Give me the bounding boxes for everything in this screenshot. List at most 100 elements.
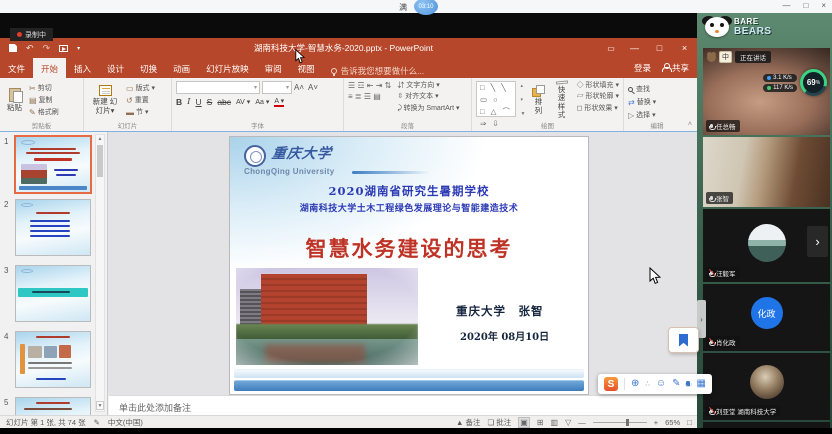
ppt-minimize-button[interactable]: — [622,38,647,58]
italic-button[interactable]: I [187,97,190,107]
notes-pane[interactable]: 单击此处添加备注 [109,395,697,415]
shape-effects-button[interactable]: ◻ 形状效果 ▾ [577,104,619,113]
tab-slideshow[interactable]: 幻灯片放映 [198,58,257,78]
slide-canvas[interactable]: 重庆大学 ChongQing University 2020湖南省研究生暑期学校… [230,137,588,394]
replace-button[interactable]: ⇄替换 ▾ [628,97,656,107]
undo-icon[interactable]: ↶ [26,43,34,54]
pencil-icon[interactable]: ✎ [672,379,680,389]
slide-thumbnail-3[interactable] [16,266,90,321]
ribbon-display-options-icon[interactable]: ▭ [600,44,622,53]
qat-customize-icon[interactable]: ▾ [77,45,80,52]
slide-thumbnail-5[interactable] [16,398,90,415]
reset-button[interactable]: ↺重置 [126,95,155,105]
underline-button[interactable]: U [196,97,202,107]
slide-sorter-icon[interactable]: ⊞ [537,418,544,427]
arrange-button[interactable]: 排列 [529,81,547,119]
mic-icon[interactable] [686,381,690,387]
save-icon[interactable] [9,44,17,52]
zoom-level[interactable]: 65% [665,418,680,427]
new-slide-icon [99,85,112,96]
select-button[interactable]: ▷选择 ▾ [628,110,656,120]
comments-toggle[interactable]: ❑ 批注 [487,417,511,428]
video-tile-2[interactable]: 张智 [703,137,830,207]
shape-gallery[interactable]: □ ╲ ╲ ▭ ○ □ △ ⌒ ⇒ ⇩ ◡ ~ ∿ { } [476,81,516,117]
video-tile-5[interactable]: 刘亚堂 湖南科技大学 [703,353,830,420]
tab-design[interactable]: 设计 [99,58,132,78]
share-button[interactable]: 共享 [662,62,689,74]
new-slide-button[interactable]: 新建 幻灯片▾ [88,81,122,119]
language-status[interactable]: 中文(中国) [108,417,143,428]
thumbnail-scrollbar[interactable]: ▲ ▼ [95,134,105,412]
grow-font-button[interactable]: A˄ [294,83,304,92]
laser-pointer-icon[interactable]: ⊕ [631,379,639,389]
copy-button[interactable]: ▤复制 [29,95,59,105]
notes-toggle[interactable]: ▲ 备注 [456,417,481,428]
shape-gallery-scroll[interactable]: ▴ ▾ ▼ [520,81,525,119]
normal-view-icon[interactable]: ▣ [518,417,530,428]
tab-insert[interactable]: 插入 [66,58,99,78]
ppt-maximize-button[interactable]: □ [647,38,672,58]
proofing-icon[interactable]: ✎ [94,418,100,427]
shape-outline-button[interactable]: ▱ 形状轮廓 ▾ [577,92,619,101]
scrollbar-thumb[interactable] [97,145,103,177]
ppt-close-button[interactable]: × [672,38,697,58]
minimize-button[interactable]: — [782,1,790,10]
format-painter-button[interactable]: ✎格式刷 [29,107,59,117]
char-spacing-button[interactable]: AV ▾ [236,98,250,106]
video-tile-1[interactable]: 中 正在讲话 3.1 K/s 117 K/s 69% 任总畅 [703,48,830,135]
video-tile-3[interactable]: › 汪毅军 [703,209,830,282]
font-size-select[interactable]: ▾ [262,81,292,94]
find-button[interactable]: 查找 [628,84,656,94]
section-button[interactable]: ▬节 ▾ [126,107,155,117]
tell-me-box[interactable]: 告诉我您想要做什么... [331,58,425,78]
zoom-slider[interactable] [593,422,647,423]
text-direction-button[interactable]: ⇵ 文字方向 ▾ [397,81,459,90]
more-dots-icon[interactable]: ∴ [645,380,649,388]
align-text-button[interactable]: ⇳ 对齐文本 ▾ [397,92,459,101]
collapse-ribbon-icon[interactable]: ˄ [688,121,692,128]
slideshow-view-icon[interactable]: ▽ [565,418,571,427]
font-name-select[interactable]: ▾ [176,81,260,94]
cut-button[interactable]: ✂剪切 [29,83,59,93]
close-button[interactable]: × [821,1,826,10]
video-tile-4[interactable]: 化政 肖化政 [703,284,830,351]
font-color-button[interactable]: A ▾ [274,97,284,107]
tab-review[interactable]: 审阅 [257,58,290,78]
slide-thumbnail-1[interactable] [16,137,90,192]
smartart-button[interactable]: ⤸ 转换为 SmartArt ▾ [397,104,459,113]
bookmark-button[interactable] [668,327,699,353]
tab-home[interactable]: 开始 [33,58,66,78]
next-page-arrow[interactable]: › [807,226,828,257]
maximize-button[interactable]: □ [803,1,808,10]
tab-transitions[interactable]: 切换 [132,58,165,78]
slide-thumbnail-2[interactable] [16,200,90,255]
sign-in-button[interactable]: 登录 [634,62,651,74]
zoom-out-button[interactable]: — [578,418,586,427]
layout-button[interactable]: ▭版式 ▾ [126,83,155,93]
zoom-in-button[interactable]: + [654,418,658,427]
shadow-button[interactable]: S [207,97,213,107]
redo-icon[interactable]: ↷ [43,43,51,54]
paste-button[interactable]: 粘贴 [4,81,25,119]
fit-slide-icon[interactable]: □ [687,418,692,427]
slideshow-icon[interactable] [59,45,68,52]
scroll-down-icon[interactable]: ▼ [96,401,104,410]
reading-view-icon[interactable]: ▥ [551,418,559,427]
tab-animations[interactable]: 动画 [165,58,198,78]
slide-thumbnail-4[interactable] [16,332,90,387]
share-app-logo[interactable]: S [604,377,618,391]
align-buttons[interactable]: ≡ ≣ ☰ ▤ [348,92,391,101]
tab-file[interactable]: 文件 [0,58,33,78]
change-case-button[interactable]: Aa ▾ [255,98,269,106]
shrink-font-button[interactable]: A˅ [308,83,318,92]
scroll-up-icon[interactable]: ▲ [96,136,104,142]
list-indent-buttons[interactable]: ☰ ☲ ⇤ ⇥ ⇅ [348,81,391,90]
emoji-icon[interactable]: ☺ [656,379,666,389]
quick-styles-button[interactable]: 快速样式 [551,81,571,119]
grid-windows-icon[interactable]: ▦ [696,379,705,389]
zoom-slider-thumb[interactable] [626,419,629,426]
bold-button[interactable]: B [176,97,182,107]
strikethrough-button[interactable]: abc [217,97,231,107]
divider [624,378,625,390]
shape-fill-button[interactable]: ◇ 形状填充 ▾ [577,81,619,90]
